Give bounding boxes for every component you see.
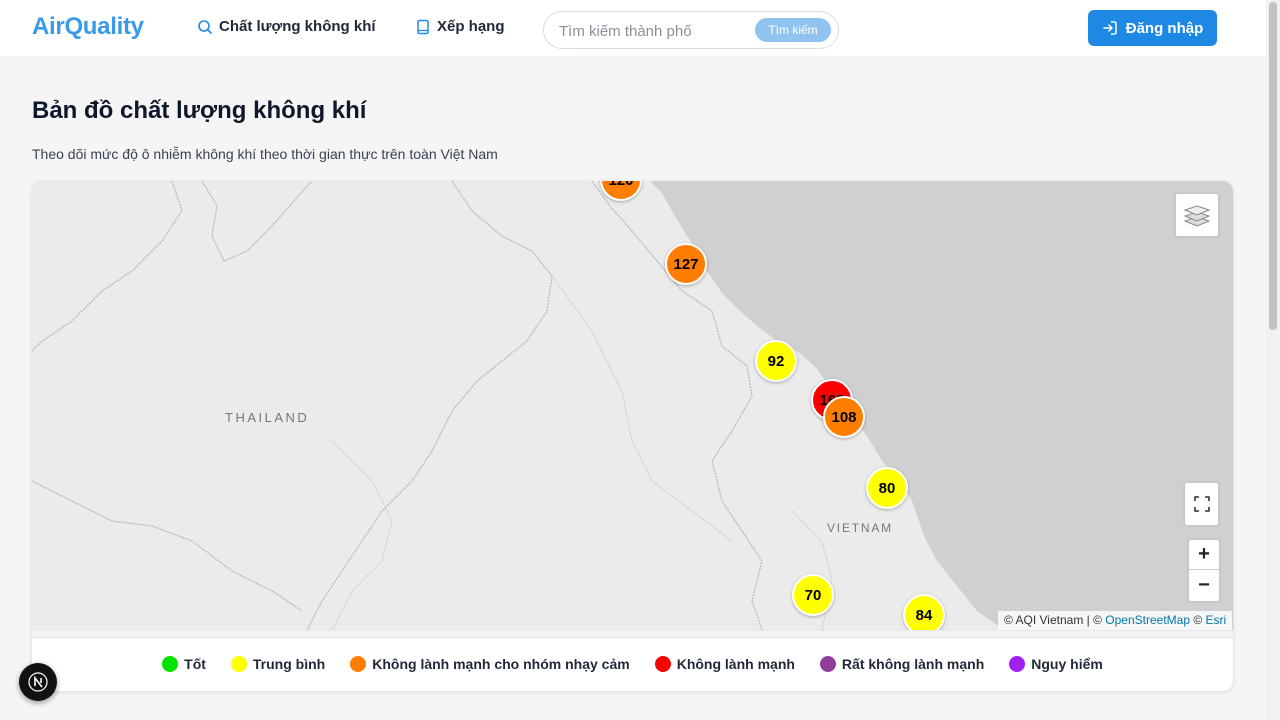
book-icon: [417, 19, 429, 34]
legend-label: Không lành mạnh: [676, 656, 795, 672]
top-header: AirQuality Chất lượng không khí Xếp hạng…: [0, 0, 1266, 56]
zoom-out-button[interactable]: −: [1189, 570, 1219, 600]
nav-ranking-label: Xếp hạng: [437, 18, 505, 35]
search-input[interactable]: [559, 21, 749, 41]
aqi-marker[interactable]: 80: [866, 467, 908, 509]
legend-item-moderate: Trung bình: [230, 656, 326, 672]
nav-air-quality[interactable]: Chất lượng không khí: [197, 18, 376, 35]
legend-item-good: Tốt: [162, 656, 206, 672]
zoom-control: + −: [1187, 538, 1221, 603]
login-label: Đăng nhập: [1125, 19, 1204, 37]
logo[interactable]: AirQuality: [32, 13, 144, 41]
legend-label: Không lành mạnh cho nhóm nhạy cảm: [372, 656, 630, 672]
aqi-marker[interactable]: 92: [755, 340, 797, 382]
aqi-marker[interactable]: 84: [903, 594, 945, 630]
nav-ranking[interactable]: Xếp hạng: [415, 18, 505, 35]
nav-air-quality-label: Chất lượng không khí: [219, 18, 376, 35]
scrollbar-thumb[interactable]: [1269, 2, 1277, 330]
map-canvas[interactable]: THAILAND VIETNAM 120 127 92 163 108 80 7…: [32, 181, 1233, 630]
legend-label: Trung bình: [252, 656, 326, 672]
page-subtitle: Theo dõi mức độ ô nhiễm không khí theo t…: [32, 146, 498, 162]
legend-item-hazardous: Nguy hiểm: [1009, 656, 1103, 672]
search-box: Tìm kiếm: [543, 11, 839, 49]
page-scrollbar[interactable]: [1266, 0, 1280, 720]
map-label-vietnam: VIETNAM: [827, 521, 893, 535]
legend-item-unhealthy-sensitive: Không lành mạnh cho nhóm nhạy cảm: [350, 656, 630, 672]
map-divider: [32, 630, 1233, 638]
aqi-marker[interactable]: 127: [665, 243, 707, 285]
zoom-in-button[interactable]: +: [1189, 540, 1219, 570]
legend-dot: [819, 656, 836, 672]
attribution-osm-link[interactable]: OpenStreetMap: [1105, 613, 1190, 627]
legend-item-unhealthy: Không lành mạnh: [654, 656, 795, 672]
page-title: Bản đồ chất lượng không khí: [32, 97, 367, 124]
search-icon: [198, 19, 212, 34]
legend-dot: [654, 656, 671, 672]
attribution-sep: ©: [1190, 613, 1206, 627]
login-button[interactable]: Đăng nhập: [1088, 10, 1217, 46]
legend-dot: [1009, 656, 1026, 672]
aqi-legend: Tốt Trung bình Không lành mạnh cho nhóm …: [32, 656, 1233, 672]
nextjs-dev-badge[interactable]: [19, 663, 57, 701]
login-icon: [1103, 21, 1117, 35]
aqi-marker[interactable]: 70: [792, 574, 834, 616]
legend-dot: [162, 656, 179, 672]
fullscreen-button[interactable]: [1183, 481, 1220, 527]
fullscreen-icon: [1193, 496, 1210, 512]
legend-label: Rất không lành mạnh: [841, 656, 985, 672]
legend-label: Nguy hiểm: [1031, 656, 1103, 672]
nextjs-logo-icon: [28, 672, 48, 692]
map-label-thailand: THAILAND: [225, 410, 310, 425]
basemap: [32, 181, 1233, 630]
search-button[interactable]: Tìm kiếm: [755, 18, 831, 42]
map-attribution: © AQI Vietnam | © OpenStreetMap © Esri: [998, 611, 1233, 630]
aqi-marker[interactable]: 108: [823, 396, 865, 438]
layers-button[interactable]: [1174, 192, 1220, 238]
attribution-esri-link[interactable]: Esri: [1206, 613, 1227, 627]
map-card: THAILAND VIETNAM 120 127 92 163 108 80 7…: [32, 181, 1233, 691]
legend-label: Tốt: [184, 656, 206, 672]
attribution-prefix: © AQI Vietnam | ©: [1004, 613, 1106, 627]
legend-dot: [230, 656, 247, 672]
legend-item-very-unhealthy: Rất không lành mạnh: [819, 656, 985, 672]
legend-dot: [350, 656, 367, 672]
layers-icon: [1183, 205, 1211, 227]
